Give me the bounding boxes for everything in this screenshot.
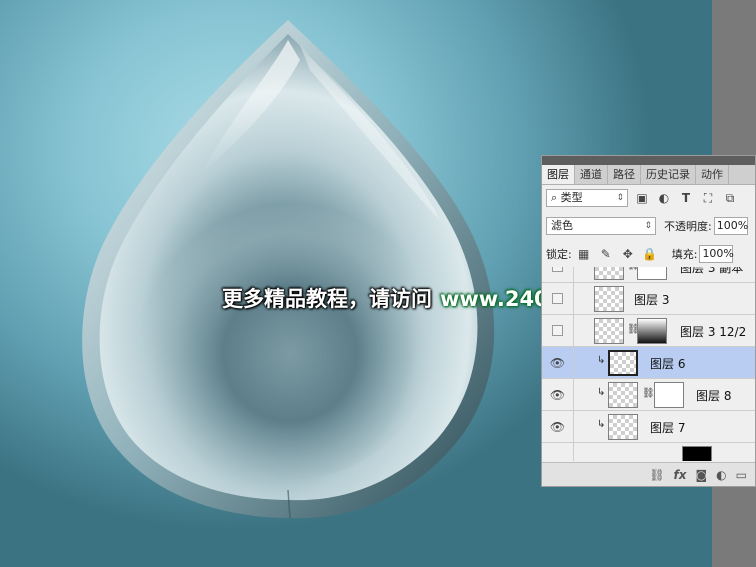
layer-row[interactable]: ⛓ 图层 3 12/2 [542, 315, 755, 347]
smart-object-filter-icon[interactable]: ⧉ [722, 191, 738, 206]
filter-kind-value: 类型 [560, 191, 583, 204]
eye-icon: 👁 [549, 419, 566, 434]
lock-row: 锁定: ▦ ✎ ✥ 🔒 填充: 100% [546, 243, 734, 265]
chevron-updown-icon: ⇕ [644, 221, 652, 231]
layer-list[interactable]: ⛓ 图层 3 副本 图层 3 ⛓ 图层 3 12/2 👁 ↳ 图层 6 👁 [542, 267, 755, 461]
eye-icon: 👁 [549, 387, 566, 402]
visibility-toggle[interactable]: 👁 [542, 411, 574, 442]
tab-layers[interactable]: 图层 [542, 165, 575, 184]
layer-row[interactable]: ⛓ 图层 3 副本 [542, 267, 755, 283]
layer-name: 图层 3 12/2 [680, 325, 747, 339]
layer-mask-thumbnail [637, 267, 667, 280]
tab-channels[interactable]: 通道 [575, 165, 608, 184]
watermark-text: 更多精品教程，请访问 [222, 287, 432, 311]
lock-label: 锁定: [546, 248, 572, 261]
shape-filter-icon[interactable]: ⛶ [700, 191, 716, 206]
clipping-arrow-icon: ↳ [597, 419, 606, 430]
clipping-arrow-icon: ↳ [597, 387, 606, 398]
layer-name: 图层 3 副本 [680, 267, 744, 275]
tab-actions[interactable]: 动作 [696, 165, 729, 184]
layer-name: 图层 3 [634, 293, 670, 307]
visibility-toggle[interactable] [542, 315, 574, 346]
blend-row: 滤色 ⇕ 不透明度: 100% [546, 215, 748, 237]
visibility-toggle[interactable] [542, 267, 574, 282]
hidden-box-icon [552, 293, 563, 304]
visibility-toggle[interactable] [542, 283, 574, 314]
chevron-updown-icon: ⇕ [616, 193, 624, 203]
adjustment-layer-icon[interactable]: ◐ [716, 468, 726, 482]
layer-name: 图层 7 [650, 421, 686, 435]
layer-thumbnail [594, 267, 624, 280]
link-layers-icon[interactable]: ⛓ [649, 468, 664, 482]
layer-thumbnail [608, 414, 638, 440]
lock-position-icon[interactable]: ✥ [620, 247, 636, 261]
layer-thumbnail [608, 382, 638, 408]
add-mask-icon[interactable]: ◙ [696, 468, 708, 482]
blend-mode-select[interactable]: 滤色 ⇕ [546, 217, 656, 235]
layer-row[interactable]: 👁 ↳ ⛓ 图层 8 [542, 379, 755, 411]
filter-kind-select[interactable]: ⌕ 类型 ⇕ [546, 189, 628, 207]
tab-paths[interactable]: 路径 [608, 165, 641, 184]
layer-row[interactable]: 图层 3 [542, 283, 755, 315]
visibility-toggle[interactable] [542, 443, 574, 461]
adjustment-filter-icon[interactable]: ◐ [656, 191, 672, 205]
text-filter-icon[interactable]: T [678, 191, 694, 205]
layer-thumbnail [594, 318, 624, 344]
tab-history[interactable]: 历史记录 [641, 165, 696, 184]
search-icon: ⌕ [551, 191, 561, 204]
hidden-box-icon [552, 325, 563, 336]
layer-thumbnail [608, 350, 638, 376]
new-group-icon[interactable]: ▭ [736, 468, 747, 482]
layer-row-selected[interactable]: 👁 ↳ 图层 6 [542, 347, 755, 379]
visibility-toggle[interactable]: 👁 [542, 347, 574, 378]
hidden-box-icon [552, 267, 563, 272]
lock-pixels-icon[interactable]: ✎ [598, 247, 614, 261]
panel-footer: ⛓ fx ◙ ◐ ▭ [542, 462, 755, 486]
panel-tab-bar: 图层 通道 路径 历史记录 动作 [542, 165, 755, 185]
blend-mode-value: 滤色 [551, 219, 573, 232]
opacity-input[interactable]: 100% [713, 217, 748, 235]
fx-icon[interactable]: fx [674, 468, 687, 482]
layer-row[interactable] [542, 443, 755, 461]
layer-mask-thumbnail [682, 446, 712, 461]
lock-all-icon[interactable]: 🔒 [642, 247, 658, 261]
layer-name: 图层 8 [696, 389, 732, 403]
filter-row: ⌕ 类型 ⇕ ▣ ◐ T ⛶ ⧉ [546, 187, 738, 209]
link-icon: ⛓ [642, 388, 655, 399]
visibility-toggle[interactable]: 👁 [542, 379, 574, 410]
layer-mask-thumbnail [637, 318, 667, 344]
clipping-arrow-icon: ↳ [597, 355, 606, 366]
fill-label: 填充: [671, 248, 698, 261]
fill-input[interactable]: 100% [699, 245, 734, 263]
layer-mask-thumbnail [654, 382, 684, 408]
opacity-label: 不透明度: [664, 220, 712, 233]
layer-thumbnail [594, 286, 624, 312]
image-filter-icon[interactable]: ▣ [634, 191, 650, 205]
lock-transparency-icon[interactable]: ▦ [576, 247, 592, 261]
layer-row[interactable]: 👁 ↳ 图层 7 [542, 411, 755, 443]
layer-name: 图层 6 [650, 357, 686, 371]
eye-icon: 👁 [549, 355, 566, 370]
panel-drag-bar[interactable] [542, 156, 755, 165]
layers-panel: 图层 通道 路径 历史记录 动作 ⌕ 类型 ⇕ ▣ ◐ T ⛶ ⧉ 滤色 ⇕ 不透明… [541, 155, 756, 487]
